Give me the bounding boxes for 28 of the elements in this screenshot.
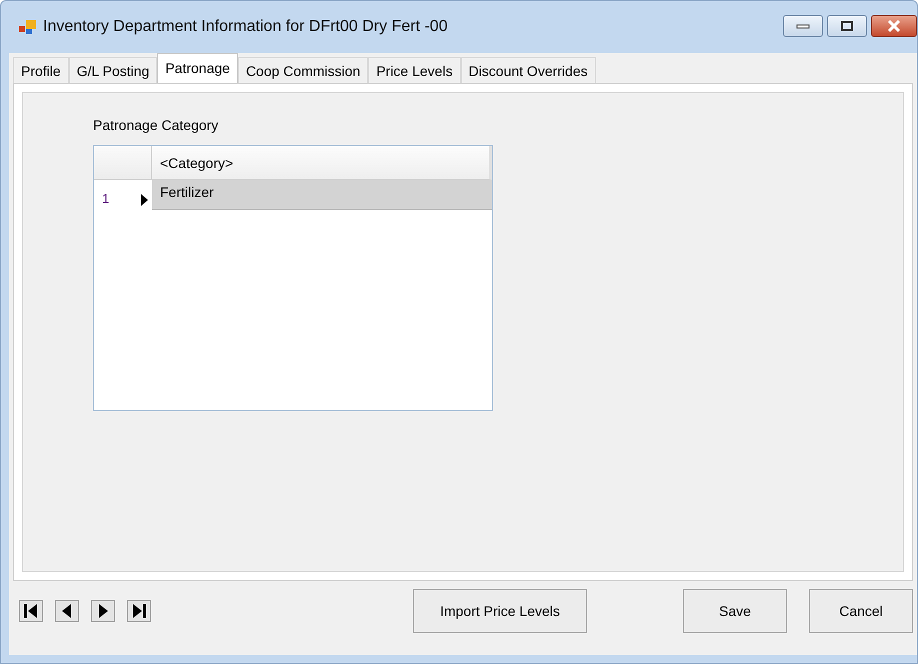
tab[interactable]: Profile [13,57,69,83]
skip-first-icon [23,603,39,619]
minimize-button[interactable] [783,15,823,37]
minimize-icon [796,23,810,29]
maximize-button[interactable] [827,15,867,37]
tab[interactable]: Coop Commission [238,57,368,83]
tab[interactable]: G/L Posting [68,57,158,83]
save-button[interactable]: Save [683,589,787,633]
table-cell[interactable]: Fertilizer [152,180,492,210]
section-label: Patronage Category [93,117,220,133]
first-record-button[interactable] [19,600,43,622]
tab[interactable]: Patronage [157,53,238,83]
close-button[interactable] [871,15,917,37]
column-header[interactable]: <Category> [152,146,492,180]
cancel-button[interactable]: Cancel [809,589,913,633]
last-record-button[interactable] [127,600,151,622]
window-title: Inventory Department Information for DFrt00 Dry Fert -00 [43,18,449,36]
tab[interactable]: Price Levels [368,57,461,83]
import-button[interactable]: Import Price Levels [413,589,587,633]
tab[interactable]: Discount Overrides [460,57,596,83]
next-record-button[interactable] [91,600,115,622]
app-icon [19,19,37,35]
close-icon [887,20,901,32]
row-number: 1 [102,191,110,206]
maximize-icon [840,20,854,32]
previous-record-button[interactable] [55,600,79,622]
corner-header [94,146,152,180]
skip-last-icon [131,603,147,619]
